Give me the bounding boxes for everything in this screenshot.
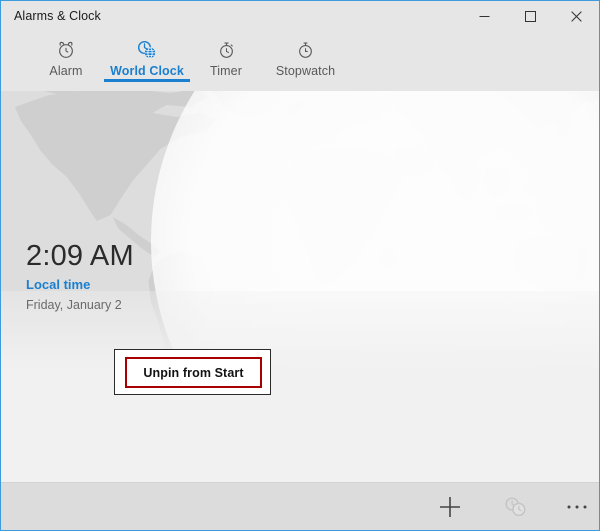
- compare-clocks-icon: [504, 497, 526, 517]
- tab-stopwatch-label: Stopwatch: [275, 64, 336, 78]
- context-menu-item-unpin-from-start[interactable]: Unpin from Start: [125, 357, 262, 388]
- bottom-app-bar: [1, 482, 599, 530]
- timer-icon: [211, 39, 241, 61]
- clock-date: Friday, January 2: [26, 298, 122, 312]
- local-clock-block: 2:09 AM Local time Friday, January 2: [26, 239, 134, 314]
- close-icon: [570, 11, 582, 22]
- compare-clocks-button[interactable]: [491, 483, 539, 530]
- world-map-panel: 2:09 AM Local time Friday, January 2 Unp…: [1, 91, 599, 482]
- active-tab-indicator: [104, 79, 190, 82]
- minimize-icon: [479, 16, 489, 17]
- add-city-button[interactable]: [426, 483, 474, 530]
- tab-alarm-label: Alarm: [49, 64, 83, 78]
- alarms-and-clock-window: Alarms & Clock Alarm World Clock Timer S…: [0, 0, 600, 531]
- maximize-button[interactable]: [507, 1, 553, 32]
- close-button[interactable]: [553, 1, 599, 32]
- tab-timer-label: Timer: [210, 64, 242, 78]
- tab-timer[interactable]: Timer: [197, 33, 255, 91]
- context-menu: Unpin from Start: [114, 349, 271, 395]
- tab-strip: Alarm World Clock Timer Stopwatch: [1, 33, 599, 91]
- clock-label-local-time[interactable]: Local time: [26, 275, 134, 295]
- context-menu-item-label: Unpin from Start: [143, 365, 244, 380]
- tab-world-clock[interactable]: World Clock: [104, 33, 190, 91]
- tab-stopwatch[interactable]: Stopwatch: [263, 33, 348, 91]
- tab-alarm[interactable]: Alarm: [36, 33, 96, 91]
- window-title: Alarms & Clock: [14, 9, 101, 23]
- alarm-clock-icon: [51, 39, 81, 61]
- maximize-icon: [524, 11, 536, 22]
- plus-icon: [440, 496, 460, 517]
- see-more-button[interactable]: [553, 483, 599, 530]
- stopwatch-icon: [291, 39, 321, 61]
- tab-world-clock-label: World Clock: [110, 64, 184, 78]
- minimize-button[interactable]: [461, 1, 507, 32]
- title-bar: Alarms & Clock: [1, 1, 599, 33]
- world-clock-icon: [132, 39, 162, 61]
- more-ellipsis-icon: [567, 505, 587, 508]
- clock-time: 2:09 AM: [26, 240, 134, 272]
- world-map-graphic: [1, 91, 599, 385]
